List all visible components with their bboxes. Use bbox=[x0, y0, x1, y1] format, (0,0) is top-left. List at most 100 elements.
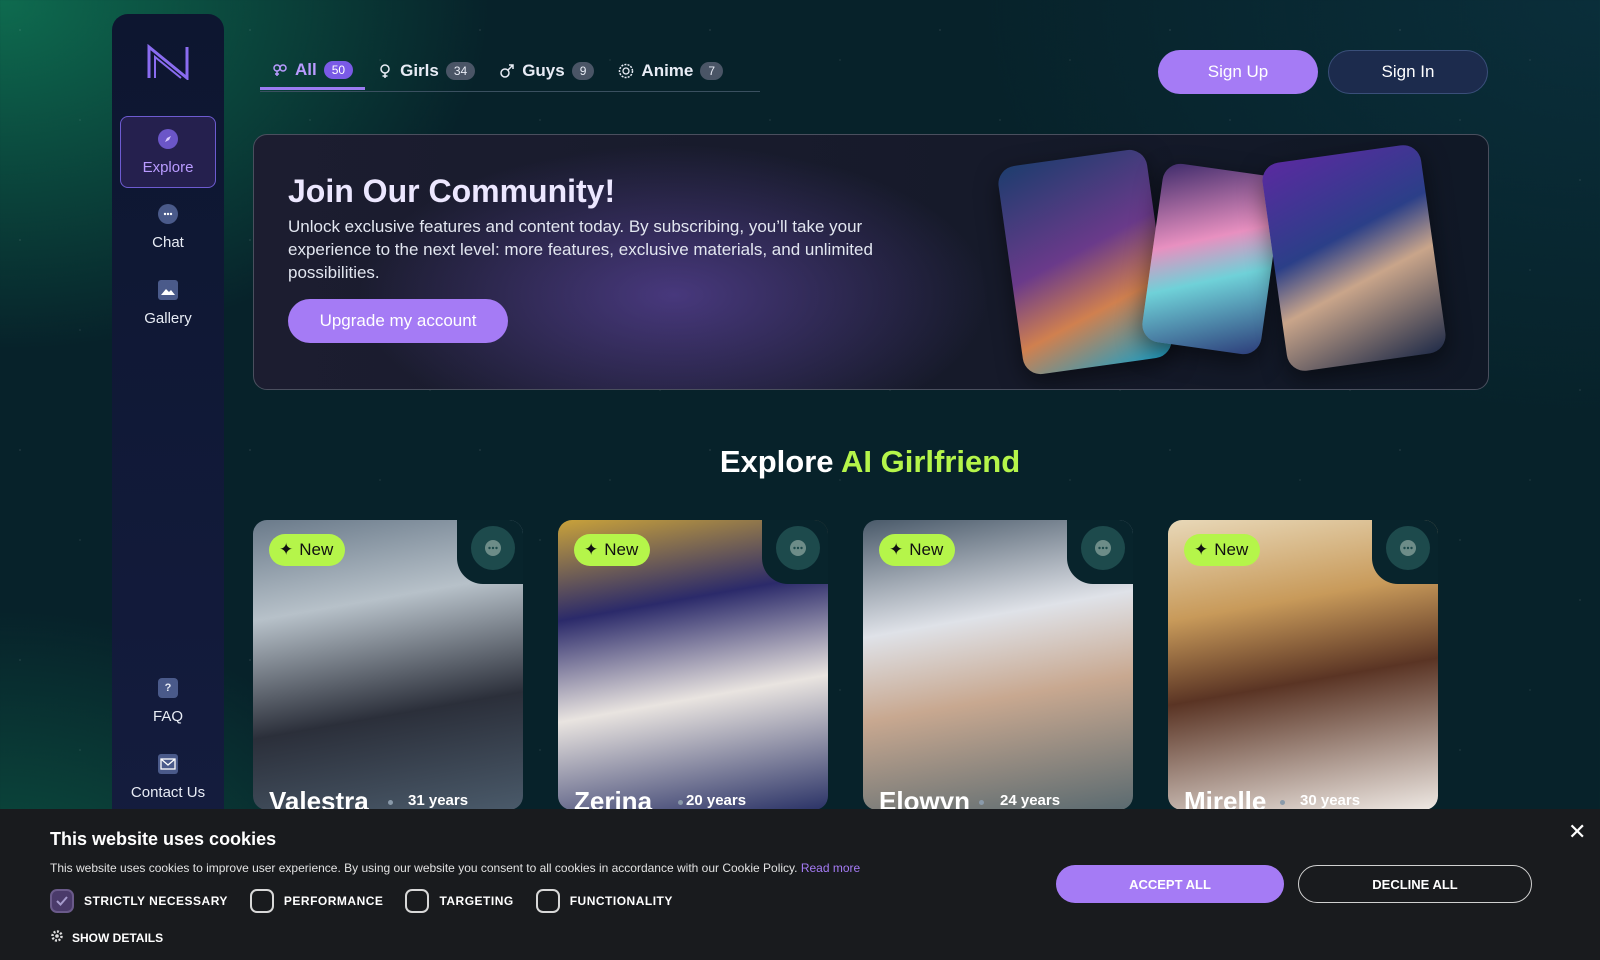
read-more-link[interactable]: Read more bbox=[801, 861, 860, 875]
gear-icon bbox=[50, 929, 64, 946]
sparkle-icon: ✦ bbox=[1194, 540, 1209, 559]
community-banner: Join Our Community! Unlock exclusive fea… bbox=[253, 134, 1489, 390]
checkbox-icon[interactable] bbox=[405, 889, 430, 913]
badge-label: New bbox=[299, 540, 334, 559]
cookie-text: This website uses cookies to improve use… bbox=[50, 861, 860, 875]
sign-in-button[interactable]: Sign In bbox=[1328, 50, 1488, 94]
logo-icon[interactable] bbox=[146, 44, 190, 80]
section-title-accent: AI Girlfriend bbox=[841, 444, 1021, 479]
chat-bubble-icon[interactable] bbox=[1081, 526, 1125, 570]
cookie-option-targeting[interactable]: TARGETING bbox=[405, 889, 513, 913]
card-name: Valestra bbox=[269, 786, 369, 810]
banner-title: Join Our Community! bbox=[288, 173, 616, 209]
tab-count: 7 bbox=[700, 62, 724, 80]
promo-image-guy bbox=[1260, 142, 1448, 374]
sidebar-item-chat[interactable]: Chat bbox=[120, 191, 216, 263]
tab-all[interactable]: All 50 bbox=[260, 52, 366, 90]
couple-icon bbox=[273, 63, 287, 76]
compass-icon bbox=[158, 128, 178, 149]
sidebar-item-label: Contact Us bbox=[130, 783, 206, 801]
new-badge: ✦ New bbox=[879, 534, 956, 566]
cookie-title: This website uses cookies bbox=[50, 829, 277, 849]
badge-label: New bbox=[909, 540, 944, 559]
cookie-description: This website uses cookies to improve use… bbox=[50, 861, 798, 875]
tab-label: Anime bbox=[641, 61, 694, 80]
character-card[interactable]: ✦ New Zerina 20 years bbox=[558, 520, 828, 810]
badge-label: New bbox=[604, 540, 639, 559]
cookie-option-label: FUNCTIONALITY bbox=[569, 894, 673, 908]
badge-label: New bbox=[1214, 540, 1249, 559]
sidebar-item-explore[interactable]: Explore bbox=[120, 116, 216, 188]
card-age: 31 years bbox=[408, 792, 469, 809]
sparkle-icon: ✦ bbox=[889, 540, 904, 559]
sparkle-icon: ✦ bbox=[584, 540, 599, 559]
cookie-option-label: STRICTLY NECESSARY bbox=[84, 894, 228, 908]
male-icon bbox=[500, 64, 514, 78]
tab-label: Girls bbox=[400, 61, 439, 80]
new-badge: ✦ New bbox=[1184, 534, 1261, 566]
chat-bubble-icon[interactable] bbox=[1386, 526, 1430, 570]
sidebar-item-label: Gallery bbox=[144, 309, 192, 327]
upgrade-account-button[interactable]: Upgrade my account bbox=[288, 299, 508, 343]
sparkle-icon: ✦ bbox=[279, 540, 294, 559]
tab-guys[interactable]: Guys 9 bbox=[487, 52, 606, 90]
tab-girls[interactable]: Girls 34 bbox=[365, 52, 487, 90]
new-badge: ✦ New bbox=[574, 534, 651, 566]
separator-dot bbox=[388, 800, 393, 805]
cookie-option-label: TARGETING bbox=[439, 894, 514, 908]
character-card[interactable]: ✦ New Elowyn 24 years bbox=[863, 520, 1133, 810]
sidebar-item-label: Explore bbox=[142, 158, 194, 176]
sidebar-item-contact[interactable]: Contact Us bbox=[120, 741, 216, 813]
checkbox-checked-icon[interactable] bbox=[50, 889, 74, 913]
sidebar-item-label: Chat bbox=[152, 233, 184, 251]
section-title-prefix: Explore bbox=[719, 444, 834, 479]
character-card[interactable]: ✦ New Valestra 31 years bbox=[253, 520, 523, 810]
checkbox-icon[interactable] bbox=[249, 889, 274, 913]
card-name: Mirelle bbox=[1184, 786, 1267, 810]
tab-anime[interactable]: Anime 7 bbox=[606, 52, 735, 90]
show-details-label: SHOW DETAILS bbox=[72, 930, 164, 945]
character-card[interactable]: ✦ New Mirelle 30 years bbox=[1168, 520, 1438, 810]
category-tabs: All 50 Girls 34 Guys 9 Anime 7 bbox=[260, 52, 760, 92]
cookie-option-functionality[interactable]: FUNCTIONALITY bbox=[535, 889, 673, 913]
sign-up-button[interactable]: Sign Up bbox=[1158, 50, 1318, 94]
checkbox-icon[interactable] bbox=[535, 889, 560, 913]
anime-icon bbox=[619, 63, 634, 79]
card-name: Elowyn bbox=[879, 786, 971, 810]
separator-dot bbox=[678, 800, 683, 805]
cookie-banner: This website uses cookies This website u… bbox=[0, 809, 1600, 960]
chat-bubble-icon[interactable] bbox=[471, 526, 515, 570]
tab-count: 9 bbox=[571, 62, 595, 80]
show-details-toggle[interactable]: SHOW DETAILS bbox=[50, 929, 163, 946]
image-icon bbox=[158, 279, 178, 300]
promo-image-anime bbox=[1140, 161, 1284, 357]
card-age: 20 years bbox=[686, 792, 747, 809]
chat-bubble-icon bbox=[158, 203, 178, 224]
question-icon: ? bbox=[158, 677, 178, 698]
cookie-option-strictly-necessary[interactable]: STRICTLY NECESSARY bbox=[50, 889, 228, 913]
separator-dot bbox=[1280, 800, 1285, 805]
sidebar-item-gallery[interactable]: Gallery bbox=[120, 267, 216, 339]
card-age: 30 years bbox=[1300, 792, 1361, 809]
sidebar: Explore Chat Gallery ? FAQ Contact Us bbox=[112, 14, 224, 844]
sidebar-item-label: FAQ bbox=[152, 707, 183, 725]
banner-text: Unlock exclusive features and content to… bbox=[288, 217, 873, 282]
envelope-icon bbox=[158, 753, 178, 774]
sidebar-item-faq[interactable]: ? FAQ bbox=[120, 665, 216, 737]
cookie-option-performance[interactable]: PERFORMANCE bbox=[249, 889, 384, 913]
tab-label: All bbox=[295, 59, 317, 79]
section-title: Explore AI Girlfriend bbox=[0, 444, 1600, 480]
close-icon[interactable]: ✕ bbox=[1568, 819, 1586, 845]
cookie-options: STRICTLY NECESSARY PERFORMANCE TARGETING… bbox=[50, 889, 673, 913]
promo-image-girl bbox=[996, 147, 1174, 377]
female-icon bbox=[380, 64, 390, 78]
tab-count: 34 bbox=[445, 62, 476, 80]
separator-dot bbox=[979, 800, 984, 805]
tab-label: Guys bbox=[522, 61, 565, 80]
chat-bubble-icon[interactable] bbox=[776, 526, 820, 570]
accept-all-button[interactable]: ACCEPT ALL bbox=[1056, 865, 1284, 903]
card-age: 24 years bbox=[1000, 792, 1061, 809]
card-name: Zerina bbox=[574, 786, 653, 810]
cookie-option-label: PERFORMANCE bbox=[283, 894, 384, 908]
decline-all-button[interactable]: DECLINE ALL bbox=[1298, 865, 1532, 903]
